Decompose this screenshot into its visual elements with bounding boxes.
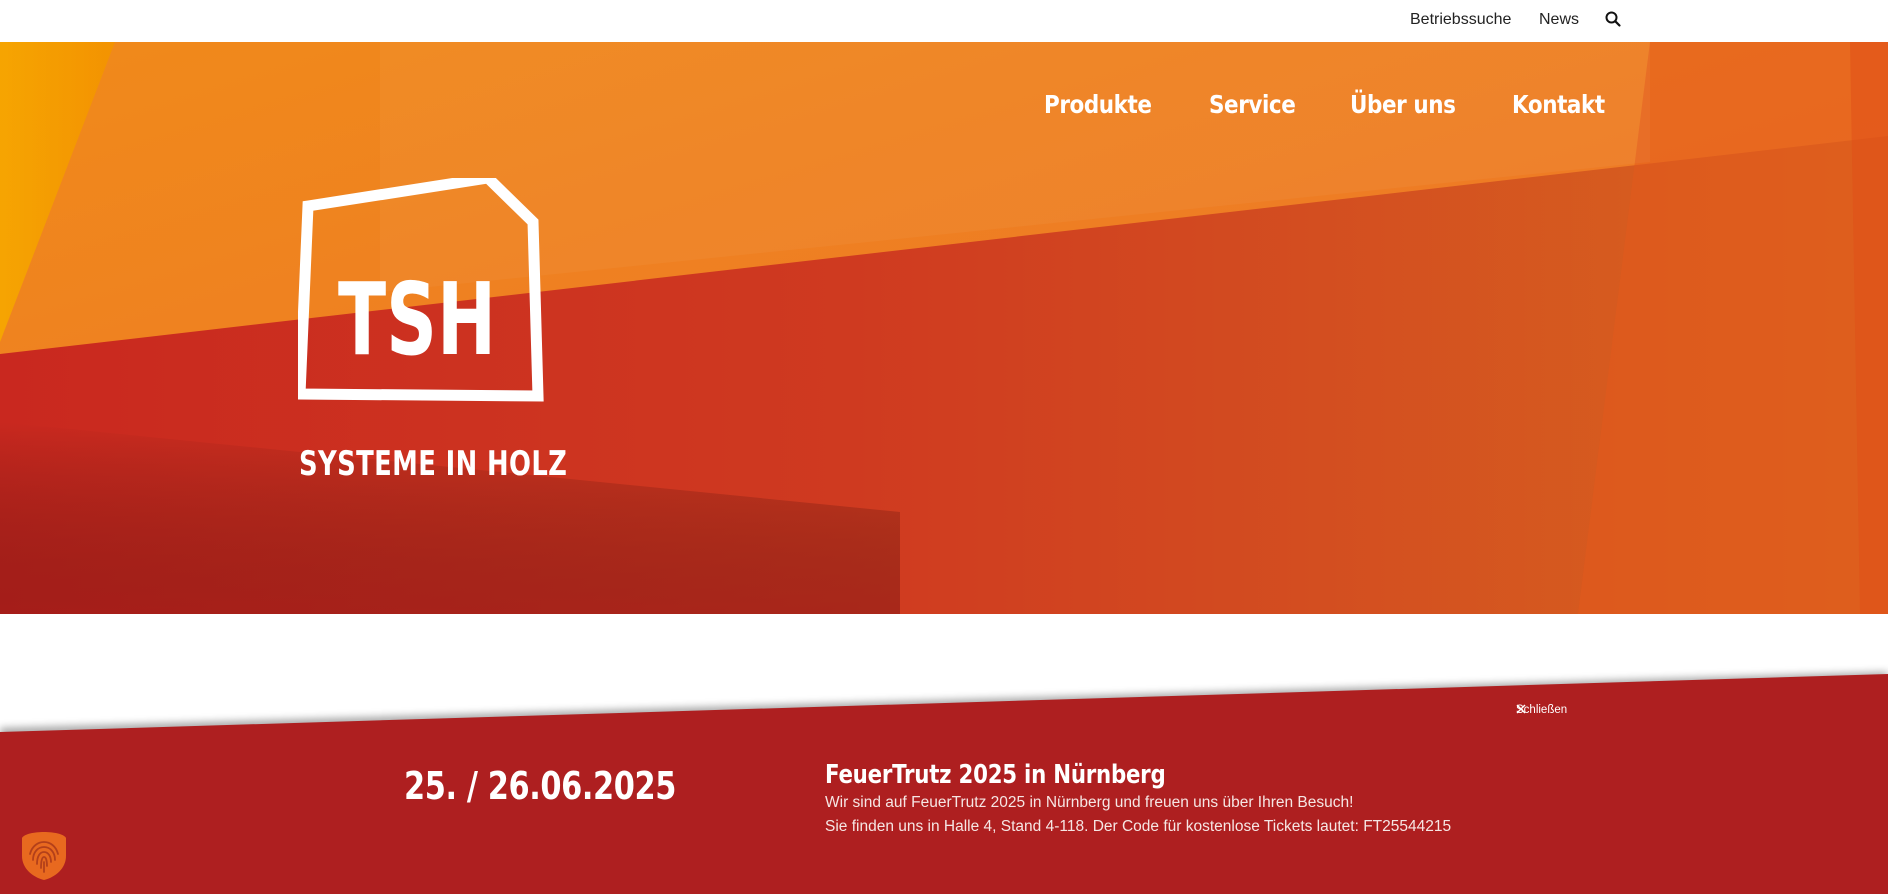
announcement-close-button[interactable]: Schließen [1516, 704, 1567, 716]
event-description-line-2: Sie finden uns in Halle 4, Stand 4-118. … [825, 818, 1452, 835]
event-description-line-1: Wir sind auf FeuerTrutz 2025 in Nürnberg… [825, 794, 1354, 811]
date-underline [0, 660, 122, 668]
news-link[interactable]: News [1539, 11, 1579, 29]
logo-lettering: TSH [338, 261, 496, 378]
close-icon [1516, 704, 1526, 714]
event-title: FeuerTrutz 2025 in Nürnberg [825, 760, 1166, 790]
fingerprint-icon[interactable] [20, 830, 68, 882]
betriebssuche-link[interactable]: Betriebssuche [1410, 11, 1511, 29]
hero-banner: Produkte Service Über uns Kontakt TSH SY… [0, 42, 1888, 614]
announcement-bar: Schließen 25. / 26.06.2025 FeuerTrutz 20… [0, 660, 1888, 894]
search-icon[interactable] [1604, 10, 1622, 28]
nav-item-service[interactable]: Service [1209, 90, 1296, 119]
event-date: 25. / 26.06.2025 [404, 764, 677, 808]
nav-item-kontakt[interactable]: Kontakt [1512, 90, 1605, 119]
nav-item-ueber-uns[interactable]: Über uns [1350, 90, 1456, 119]
hero-background [0, 42, 1888, 614]
brand-tagline: SYSTEME IN HOLZ [299, 444, 568, 484]
utility-bar: Betriebssuche News [0, 0, 1888, 42]
nav-item-produkte[interactable]: Produkte [1044, 90, 1152, 119]
main-navigation: Produkte Service Über uns Kontakt [1044, 90, 1620, 119]
